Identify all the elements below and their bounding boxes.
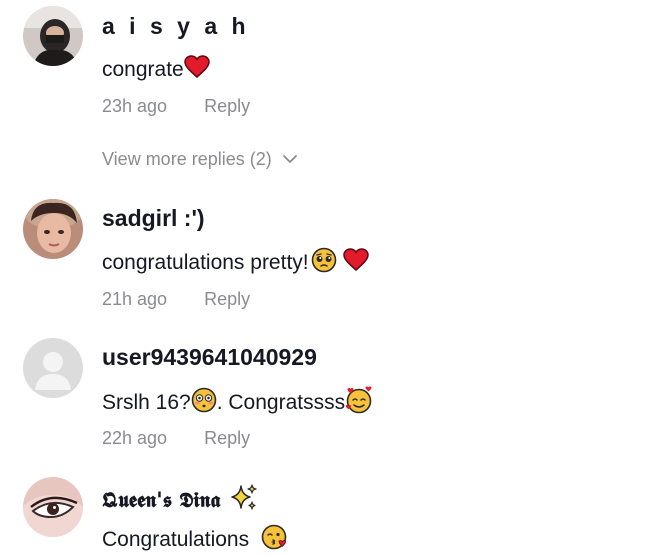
username[interactable]: user9439641040929 bbox=[102, 346, 317, 369]
username[interactable]: 𝕼𝖚𝖊𝖊𝖓'𝖘 𝕯𝖎𝖓𝖆 bbox=[102, 483, 258, 516]
chevron-down-icon bbox=[282, 155, 297, 163]
avatar[interactable] bbox=[23, 477, 83, 537]
comment-text-part: . Congratssss bbox=[216, 390, 346, 414]
smiling-face-with-hearts-icon bbox=[345, 386, 373, 418]
avatar-image bbox=[23, 6, 83, 66]
comment-text-part: Srslh 16? bbox=[102, 390, 191, 414]
avatar[interactable] bbox=[23, 338, 83, 398]
red-heart-icon bbox=[183, 55, 210, 83]
view-more-replies-button[interactable]: View more replies (2) bbox=[102, 150, 298, 168]
sparkles-icon bbox=[228, 483, 258, 516]
username[interactable]: sadgirl :') bbox=[102, 207, 205, 230]
comment-item: 𝕼𝖚𝖊𝖊𝖓'𝖘 𝕯𝖎𝖓𝖆 Congratulations bbox=[0, 474, 661, 553]
comment-text-content: congrate bbox=[102, 57, 184, 81]
comment-text: congratulations pretty! bbox=[102, 247, 369, 277]
username[interactable]: a i s y a h bbox=[102, 15, 250, 38]
comment-meta: 21h ago Reply bbox=[102, 290, 250, 308]
avatar-image bbox=[23, 477, 83, 537]
view-more-replies-label: View more replies (2) bbox=[102, 149, 272, 169]
pleading-face-icon bbox=[311, 247, 337, 277]
comment-time: 21h ago bbox=[102, 289, 168, 309]
comment-meta: 23h ago Reply bbox=[102, 97, 250, 115]
comment-item: a i s y a h congrate 23h ago Reply View … bbox=[0, 0, 661, 190]
face-blowing-kiss-icon bbox=[261, 523, 289, 555]
comment-item: user9439641040929 Srslh 16? . Congratsss… bbox=[0, 336, 661, 466]
red-heart-icon bbox=[342, 248, 369, 276]
comment-text-content: congratulations pretty! bbox=[102, 250, 309, 274]
avatar[interactable] bbox=[23, 6, 83, 66]
comment-text: Srslh 16? . Congratssss bbox=[102, 386, 373, 418]
comment-text-content: Congratulations bbox=[102, 527, 255, 551]
comment-time: 23h ago bbox=[102, 96, 168, 116]
default-avatar-icon bbox=[23, 338, 83, 398]
comment-text: Congratulations bbox=[102, 523, 289, 555]
comment-item: sadgirl :') congratulations pretty! 21h … bbox=[0, 195, 661, 325]
reply-button[interactable]: Reply bbox=[204, 429, 250, 447]
comment-meta: 22h ago Reply bbox=[102, 429, 250, 447]
comment-text: congrate bbox=[102, 55, 210, 83]
avatar[interactable] bbox=[23, 199, 83, 259]
username-label: 𝕼𝖚𝖊𝖊𝖓'𝖘 𝕯𝖎𝖓𝖆 bbox=[102, 487, 221, 512]
avatar-image bbox=[23, 199, 83, 259]
flushed-face-icon bbox=[191, 387, 217, 417]
reply-button[interactable]: Reply bbox=[204, 290, 250, 308]
comment-time: 22h ago bbox=[102, 428, 168, 448]
reply-button[interactable]: Reply bbox=[204, 97, 250, 115]
